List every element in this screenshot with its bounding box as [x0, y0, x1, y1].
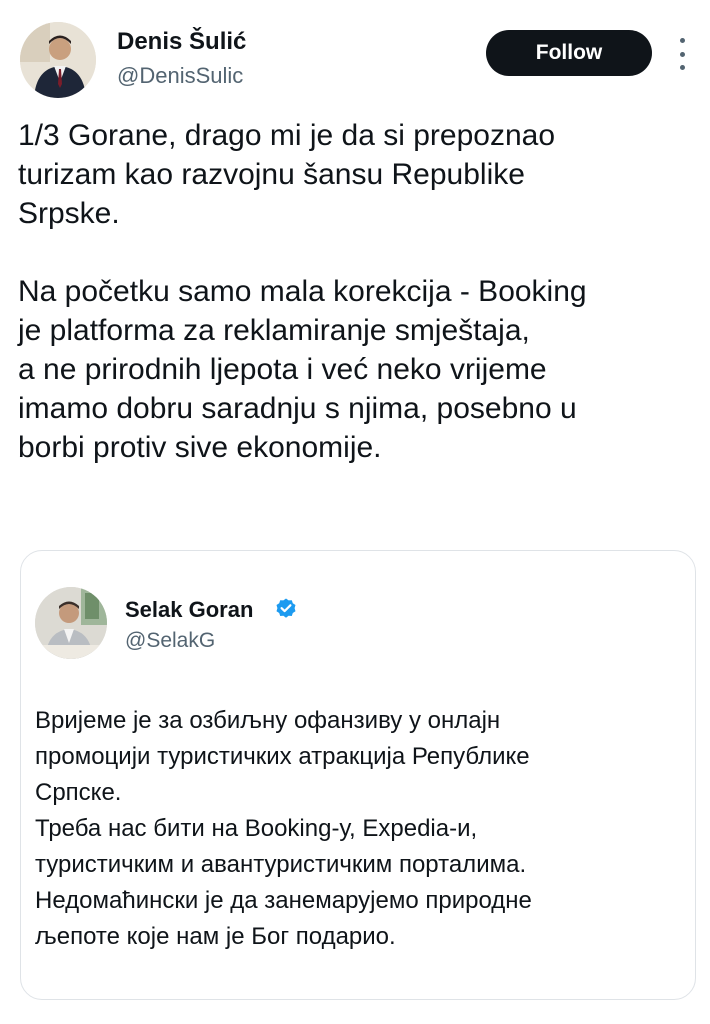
follow-button[interactable]: Follow — [486, 30, 652, 76]
quoted-author-handle[interactable]: @SelakG — [125, 629, 215, 653]
more-vertical-icon[interactable] — [672, 38, 692, 70]
quoted-tweet-card[interactable]: Selak Goran @SelakG Вријеме је за озбиљн… — [20, 550, 696, 1000]
quoted-author-avatar[interactable] — [35, 587, 107, 659]
quoted-author-photo — [35, 587, 107, 659]
quoted-tweet-text: Вријеме је за озбиљну офанзиву у онлајн … — [35, 707, 532, 950]
author-handle[interactable]: @DenisSulic — [117, 63, 243, 89]
quoted-author-name[interactable]: Selak Goran — [125, 597, 253, 623]
author-avatar[interactable] — [20, 22, 96, 98]
author-name[interactable]: Denis Šulić — [117, 28, 246, 56]
tweet-text: 1/3 Gorane, drago mi je da si prepoznao … — [18, 119, 587, 464]
cropped-text-fragment — [81, 550, 641, 553]
author-photo — [20, 22, 96, 98]
tweet-header: Denis Šulić @DenisSulic Follow — [0, 0, 710, 110]
verified-badge-icon — [276, 598, 296, 618]
